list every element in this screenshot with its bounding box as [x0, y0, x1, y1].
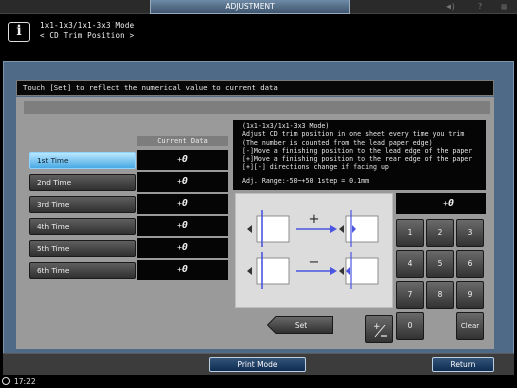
- current-value-4th-time: +0: [137, 216, 228, 236]
- info-icon: i: [8, 22, 30, 42]
- clock-time: 17:22: [14, 377, 36, 386]
- plus-sign: +: [309, 212, 320, 227]
- current-value-1st-time: +0: [137, 150, 228, 170]
- key-7[interactable]: 7: [396, 281, 424, 309]
- svg-text:+: +: [373, 322, 381, 332]
- current-value-6th-time: +0: [137, 260, 228, 280]
- adjust-range: Adj. Range:-50~+50 1step = 0.1mm: [242, 176, 370, 185]
- info-line: Adjust CD trim position in one sheet eve…: [242, 130, 465, 139]
- key-4[interactable]: 4: [396, 250, 424, 278]
- row-button-3rd-time[interactable]: 3rd Time: [29, 196, 136, 213]
- current-value-2nd-time: +0: [137, 172, 228, 192]
- minus-sign: −: [309, 255, 320, 270]
- current-data-header: Current Data: [137, 136, 228, 146]
- set-label: Set: [295, 321, 307, 330]
- plus-minus-button[interactable]: +: [365, 315, 393, 343]
- row-button-4th-time[interactable]: 4th Time: [29, 218, 136, 235]
- key-1[interactable]: 1: [396, 219, 424, 247]
- info-line: [+]Move a finishing position to the rear…: [242, 155, 473, 164]
- key-6[interactable]: 6: [456, 250, 484, 278]
- info-line: (1x1-1x3/1x1-3x3 Mode): [242, 122, 330, 130]
- key-3[interactable]: 3: [456, 219, 484, 247]
- current-value-3rd-time: +0: [137, 194, 228, 214]
- divider-strip: [24, 101, 490, 114]
- row-button-1st-time[interactable]: 1st Time: [29, 152, 136, 169]
- set-button[interactable]: Set: [266, 316, 333, 334]
- help-icon[interactable]: ?: [473, 2, 487, 12]
- trim-direction-diagram: + −: [235, 193, 393, 308]
- key-2[interactable]: 2: [426, 219, 454, 247]
- row-button-2nd-time[interactable]: 2nd Time: [29, 174, 136, 191]
- row-button-5th-time[interactable]: 5th Time: [29, 240, 136, 257]
- clear-button[interactable]: Clear: [456, 312, 484, 340]
- key-0[interactable]: 0: [396, 312, 424, 340]
- instruction-message: Touch [Set] to reflect the numerical val…: [16, 80, 494, 96]
- print-mode-button[interactable]: Print Mode: [209, 357, 306, 372]
- key-8[interactable]: 8: [426, 281, 454, 309]
- diagram-graphic: + −: [247, 210, 379, 289]
- set-button-shape: Set: [266, 316, 333, 334]
- page-title: 1x1-1x3/1x1-3x3 Mode: [40, 21, 135, 30]
- status-bar: [0, 375, 517, 388]
- info-description: (1x1-1x3/1x1-3x3 Mode) Adjust CD trim pos…: [233, 120, 486, 190]
- menu-icon[interactable]: ▤: [497, 2, 511, 12]
- key-9[interactable]: 9: [456, 281, 484, 309]
- return-button[interactable]: Return: [432, 357, 494, 372]
- info-line: [-]Move a finishing position to the lead…: [242, 146, 473, 155]
- info-line: (The number is counted from the lead pap…: [242, 138, 433, 147]
- window-title-tab: ADJUSTMENT: [150, 0, 350, 14]
- info-line: [+][-] directions change if facing up: [242, 163, 389, 172]
- page-subtitle: < CD Trim Position >: [40, 31, 135, 40]
- clock-icon: [2, 377, 10, 385]
- key-5[interactable]: 5: [426, 250, 454, 278]
- row-button-6th-time[interactable]: 6th Time: [29, 262, 136, 279]
- plus-minus-icon: +: [373, 322, 387, 338]
- speaker-icon[interactable]: ◀): [444, 2, 458, 12]
- input-value-display: +0: [396, 193, 486, 214]
- current-value-5th-time: +0: [137, 238, 228, 258]
